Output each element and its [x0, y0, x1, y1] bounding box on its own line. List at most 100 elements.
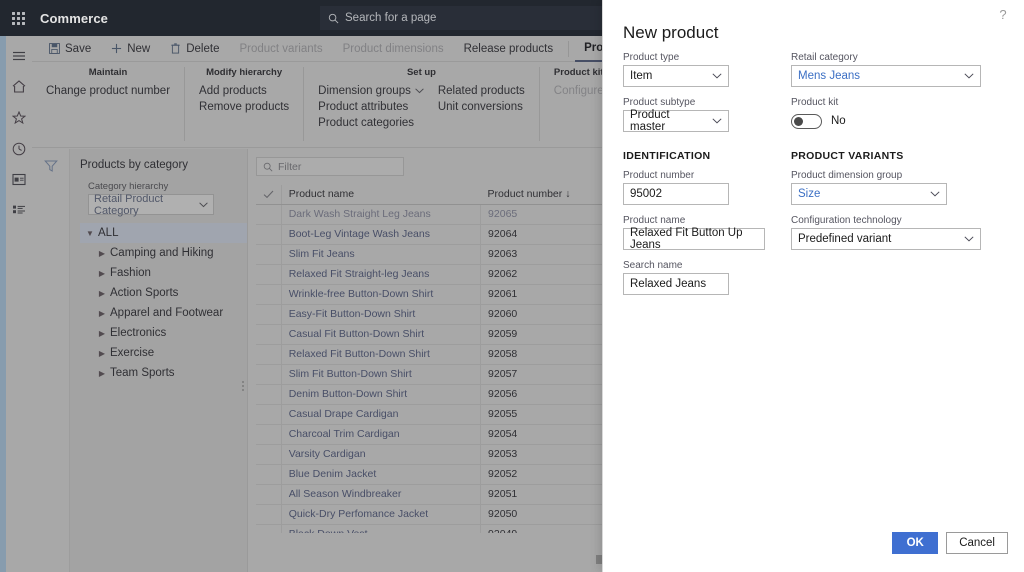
- home-icon[interactable]: [6, 73, 32, 100]
- row-checkbox[interactable]: [256, 244, 282, 265]
- filter-pane-toggle[interactable]: [32, 149, 70, 572]
- tree-node-fashion[interactable]: ▶ Fashion: [80, 263, 247, 283]
- row-checkbox[interactable]: [256, 464, 282, 485]
- cell-product-name[interactable]: All Season Windbreaker: [281, 484, 482, 505]
- cell-product-name[interactable]: Relaxed Fit Button-Down Shirt: [281, 344, 482, 365]
- row-checkbox[interactable]: [256, 344, 282, 365]
- change-product-number-link[interactable]: Change product number: [46, 85, 170, 97]
- change-product-number-label: Change product number: [46, 85, 171, 97]
- cell-product-name[interactable]: Boot-Leg Vintage Wash Jeans: [281, 224, 482, 245]
- tree-node-camping-and-hiking[interactable]: ▶ Camping and Hiking: [80, 243, 247, 263]
- collapsed-triangle-icon[interactable]: ▶: [94, 289, 110, 298]
- row-checkbox[interactable]: [256, 304, 282, 325]
- workspaces-icon[interactable]: [6, 166, 32, 193]
- row-checkbox[interactable]: [256, 364, 282, 385]
- row-checkbox[interactable]: [256, 444, 282, 465]
- product-attributes-link[interactable]: Product attributes: [318, 101, 424, 113]
- star-icon[interactable]: [6, 104, 32, 131]
- collapsed-triangle-icon[interactable]: ▶: [94, 369, 110, 378]
- cell-product-name[interactable]: Quick-Dry Perfomance Jacket: [281, 504, 482, 525]
- delete-button[interactable]: Delete: [161, 36, 228, 62]
- panel-splitter-handle[interactable]: [242, 381, 244, 391]
- cancel-button[interactable]: Cancel: [946, 532, 1008, 554]
- chevron-down-icon: [415, 88, 424, 94]
- tab-release-products[interactable]: Release products: [455, 36, 563, 62]
- cell-product-name[interactable]: Casual Drape Cardigan: [281, 404, 482, 425]
- select-all-header[interactable]: [256, 185, 282, 205]
- product-type-select[interactable]: Item: [623, 65, 729, 87]
- product-categories-link[interactable]: Product categories: [318, 117, 424, 129]
- collapsed-triangle-icon[interactable]: ▶: [94, 329, 110, 338]
- tree-node-all[interactable]: ▼ ALL: [80, 223, 247, 243]
- column-header-product-name[interactable]: Product name: [281, 185, 481, 205]
- row-checkbox[interactable]: [256, 424, 282, 445]
- clock-icon[interactable]: [6, 135, 32, 162]
- row-checkbox[interactable]: [256, 484, 282, 505]
- modules-list-icon[interactable]: [6, 197, 32, 224]
- cell-product-name[interactable]: Slim Fit Button-Down Shirt: [281, 364, 482, 385]
- collapsed-triangle-icon[interactable]: ▶: [94, 309, 110, 318]
- cell-product-name[interactable]: Wrinkle-free Button-Down Shirt: [281, 284, 482, 305]
- dimension-groups-link[interactable]: Dimension groups: [318, 85, 424, 97]
- cell-product-name[interactable]: Relaxed Fit Straight-leg Jeans: [281, 264, 482, 285]
- row-checkbox[interactable]: [256, 204, 282, 225]
- search-name-input[interactable]: Relaxed Jeans: [623, 273, 729, 295]
- save-button[interactable]: Save: [40, 36, 100, 62]
- row-checkbox[interactable]: [256, 284, 282, 305]
- product-kit-toggle[interactable]: [791, 113, 822, 129]
- ribbon-group-maintain-title: Maintain: [88, 67, 128, 78]
- unit-conversions-link[interactable]: Unit conversions: [438, 101, 525, 113]
- product-type-field: Product type Item: [623, 52, 773, 87]
- tab-product-dimensions[interactable]: Product dimensions: [334, 36, 453, 62]
- cell-product-name[interactable]: Varsity Cardigan: [281, 444, 482, 465]
- category-hierarchy-select[interactable]: Retail Product Category: [88, 192, 214, 217]
- cell-product-name[interactable]: Black Down Vest: [281, 524, 482, 533]
- row-checkbox[interactable]: [256, 524, 282, 533]
- dialog-right-column: Retail category Mens Jeans Product kit N…: [791, 52, 981, 260]
- chevron-down-icon: [199, 201, 208, 208]
- remove-products-link[interactable]: Remove products: [199, 101, 289, 113]
- ok-button[interactable]: OK: [892, 532, 939, 554]
- product-dimension-group-select[interactable]: Size: [791, 183, 947, 205]
- tab-product-variants[interactable]: Product variants: [230, 36, 331, 62]
- collapsed-triangle-icon[interactable]: ▶: [94, 249, 110, 258]
- app-launcher-icon[interactable]: [0, 0, 36, 36]
- row-checkbox[interactable]: [256, 264, 282, 285]
- cell-product-name[interactable]: Easy-Fit Button-Down Shirt: [281, 304, 482, 325]
- cell-product-name[interactable]: Denim Button-Down Shirt: [281, 384, 482, 405]
- category-hierarchy-value: Retail Product Category: [94, 192, 164, 217]
- row-checkbox[interactable]: [256, 504, 282, 525]
- product-subtype-select[interactable]: Product master: [623, 109, 729, 133]
- tree-node-apparel-and-footwear[interactable]: ▶ Apparel and Footwear: [80, 303, 247, 323]
- tree-node-team-sports[interactable]: ▶ Team Sports: [80, 363, 247, 383]
- search-icon: [263, 162, 273, 172]
- related-products-link[interactable]: Related products: [438, 85, 525, 97]
- cell-product-name[interactable]: Charcoal Trim Cardigan: [281, 424, 482, 445]
- configuration-technology-select[interactable]: Predefined variant: [791, 228, 981, 250]
- tree-node-exercise[interactable]: ▶ Exercise: [80, 343, 247, 363]
- product-name-input[interactable]: Relaxed Fit Button Up Jeans: [623, 227, 765, 251]
- row-checkbox[interactable]: [256, 224, 282, 245]
- new-button[interactable]: New: [102, 36, 159, 62]
- product-number-input[interactable]: 95002: [623, 183, 729, 205]
- product-type-label: Product type: [623, 52, 680, 63]
- tree-node-electronics[interactable]: ▶ Electronics: [80, 323, 247, 343]
- cell-product-name[interactable]: Slim Fit Jeans: [281, 244, 482, 265]
- cell-product-name[interactable]: Dark Wash Straight Leg Jeans: [281, 204, 482, 225]
- hamburger-menu-icon[interactable]: [6, 42, 32, 69]
- row-checkbox[interactable]: [256, 384, 282, 405]
- row-checkbox[interactable]: [256, 324, 282, 345]
- collapsed-triangle-icon[interactable]: ▶: [94, 349, 110, 358]
- expanded-triangle-icon[interactable]: ▼: [82, 229, 98, 238]
- grid-filter-input[interactable]: Filter: [256, 157, 404, 176]
- help-question-icon[interactable]: ?: [994, 6, 1012, 24]
- tree-node-all-label: ALL: [98, 227, 119, 239]
- cell-product-name[interactable]: Blue Denim Jacket: [281, 464, 482, 485]
- tree-node-action-sports[interactable]: ▶ Action Sports: [80, 283, 247, 303]
- cell-product-name[interactable]: Casual Fit Button-Down Shirt: [281, 324, 482, 345]
- retail-category-select[interactable]: Mens Jeans: [791, 65, 981, 87]
- tree-node-exercise-label: Exercise: [110, 347, 155, 359]
- row-checkbox[interactable]: [256, 404, 282, 425]
- collapsed-triangle-icon[interactable]: ▶: [94, 269, 110, 278]
- add-products-link[interactable]: Add products: [199, 85, 289, 97]
